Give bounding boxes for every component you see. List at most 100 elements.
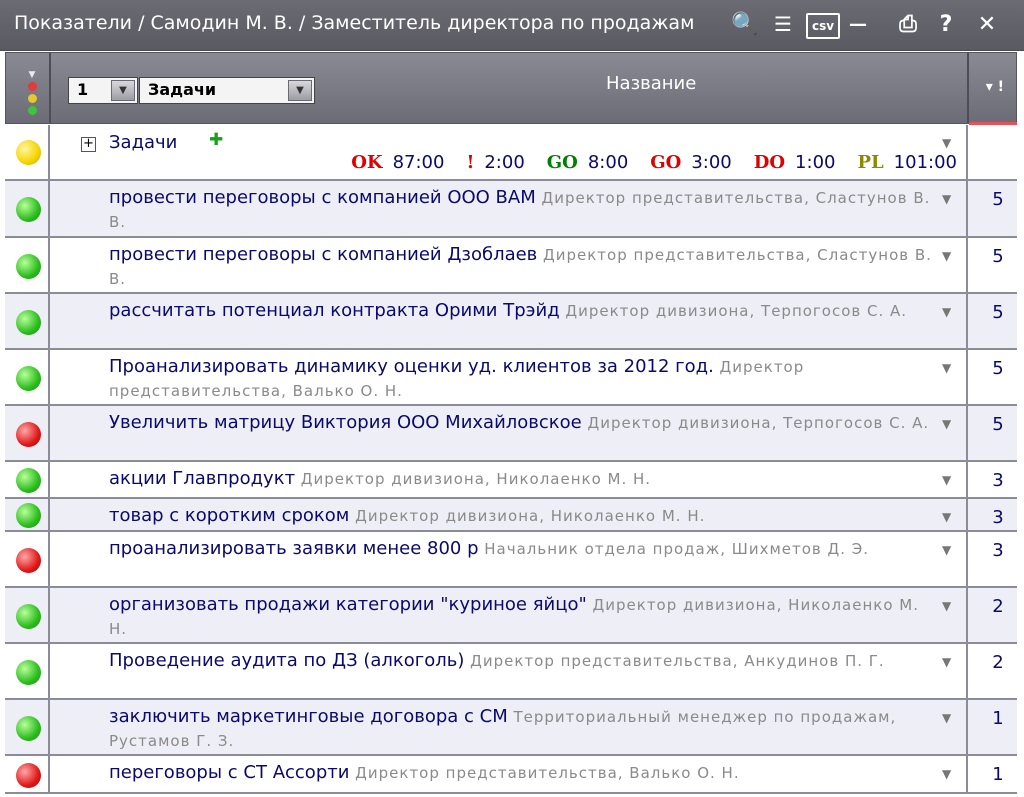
column-divider xyxy=(966,462,968,497)
row-menu-icon[interactable]: ▼ xyxy=(942,711,951,725)
priority-sort-header[interactable]: ▾ ! xyxy=(986,79,1004,95)
table-row[interactable]: рассчитать потенциал контракта Орими Трэ… xyxy=(5,294,1017,350)
table-row[interactable]: заключить маркетинговые договора с СМ Те… xyxy=(5,700,1017,756)
type-dropdown-icon[interactable]: ▼ xyxy=(288,80,312,101)
table-row[interactable]: переговоры с СТ Ассорти Директор предста… xyxy=(5,756,1017,794)
priority-value: 3 xyxy=(992,540,1004,561)
table-row[interactable]: провести переговоры с компанией ООО ВАМ … xyxy=(5,181,1017,238)
table-row[interactable]: организовать продажи категории "куриное … xyxy=(5,588,1017,644)
task-name-cell[interactable]: организовать продажи категории "куриное … xyxy=(109,593,935,641)
csv-export-icon[interactable]: csv xyxy=(806,13,840,39)
row-menu-icon[interactable]: ▼ xyxy=(942,510,951,524)
row-menu-icon[interactable]: ▼ xyxy=(942,599,951,613)
task-owner: Начальник отдела продаж, Шихметов Д. Э. xyxy=(484,540,870,558)
status-dot-icon xyxy=(16,254,41,279)
table-row[interactable]: товар с коротким сроком Директор дивизио… xyxy=(5,499,1017,532)
search-icon[interactable]: 🔍 xyxy=(731,9,758,39)
priority-value: 1 xyxy=(992,764,1004,785)
priority-value: 2 xyxy=(992,596,1004,617)
task-title: товар с коротким сроком xyxy=(109,505,350,526)
stat-value: 2:00 xyxy=(484,152,525,173)
close-icon[interactable]: ✕ xyxy=(974,9,1000,39)
table-row[interactable]: провести переговоры с компанией Дзоблаев… xyxy=(5,238,1017,294)
column-divider xyxy=(48,294,50,348)
task-name-cell[interactable]: провести переговоры с компанией ООО ВАМ … xyxy=(109,186,935,234)
task-name-cell[interactable]: провести переговоры с компанией Дзоблаев… xyxy=(109,243,935,291)
traffic-green-icon xyxy=(27,106,37,115)
group-row[interactable]: + Задачи ✚ ▼ OK 87:00 ! 2:00 GO 8:00 GO … xyxy=(5,125,1017,181)
column-divider xyxy=(966,532,968,586)
row-menu-icon[interactable]: ▼ xyxy=(942,473,951,487)
column-divider xyxy=(966,700,968,754)
priority-value: 1 xyxy=(992,708,1004,729)
name-column-header[interactable]: Название xyxy=(606,73,696,94)
row-menu-icon[interactable]: ▼ xyxy=(942,767,951,781)
stat-value: 87:00 xyxy=(392,152,445,173)
column-divider xyxy=(48,700,50,754)
status-dot-icon xyxy=(16,716,41,741)
status-dot-icon xyxy=(16,604,41,629)
task-title: проанализировать заявки менее 800 р xyxy=(109,538,479,559)
task-title: Увеличить матрицу Виктория ООО Михайловс… xyxy=(109,412,582,433)
row-menu-icon[interactable]: ▼ xyxy=(942,192,951,206)
window-title: Показатели / Самодин М. В. / Заместитель… xyxy=(14,12,695,34)
column-divider xyxy=(966,644,968,698)
task-name-cell[interactable]: акции Главпродукт Директор дивизиона, Ни… xyxy=(109,467,935,491)
column-divider xyxy=(966,181,968,236)
stat-code: OK xyxy=(351,152,383,173)
task-name-cell[interactable]: рассчитать потенциал контракта Орими Трэ… xyxy=(109,299,935,323)
add-task-icon[interactable]: ✚ xyxy=(209,130,223,150)
status-dot-icon xyxy=(16,548,41,573)
row-menu-icon[interactable]: ▼ xyxy=(942,655,951,669)
type-select[interactable]: Задачи ▼ xyxy=(139,77,315,104)
status-dot-icon xyxy=(16,366,41,391)
column-divider xyxy=(966,406,968,460)
row-menu-icon[interactable]: ▼ xyxy=(942,249,951,263)
help-icon[interactable]: ? xyxy=(934,9,958,39)
row-menu-icon[interactable]: ▼ xyxy=(942,417,951,431)
task-title: Проанализировать динамику оценки уд. кли… xyxy=(109,356,714,377)
column-divider xyxy=(966,756,968,792)
task-owner: Директор представительства, Валько О. Н. xyxy=(355,764,740,782)
window-titlebar: Показатели / Самодин М. В. / Заместитель… xyxy=(0,0,1024,51)
column-divider xyxy=(966,294,968,348)
task-owner: Директор представительства, Анкудинов П.… xyxy=(470,652,885,670)
status-dot-icon xyxy=(16,310,41,335)
row-menu-icon[interactable]: ▼ xyxy=(942,543,951,557)
row-menu-icon[interactable]: ▼ xyxy=(942,136,951,150)
column-divider xyxy=(966,588,968,642)
stat-code: GO xyxy=(546,152,578,173)
level-dropdown-icon[interactable]: ▼ xyxy=(111,80,135,101)
task-name-cell[interactable]: Проведение аудита по ДЗ (алкоголь) Дирек… xyxy=(109,649,935,673)
stat-value: 8:00 xyxy=(587,152,629,173)
task-name-cell[interactable]: товар с коротким сроком Директор дивизио… xyxy=(109,504,935,528)
task-name-cell[interactable]: Проанализировать динамику оценки уд. кли… xyxy=(109,355,935,403)
task-name-cell[interactable]: проанализировать заявки менее 800 р Нача… xyxy=(109,537,935,561)
task-owner: Директор дивизиона, Терпогосов С. А. xyxy=(587,414,930,432)
task-title: заключить маркетинговые договора с СМ xyxy=(109,706,508,727)
table-row[interactable]: акции Главпродукт Директор дивизиона, Ни… xyxy=(5,462,1017,499)
status-dot-icon xyxy=(16,763,41,788)
expand-icon[interactable]: + xyxy=(81,137,96,152)
stat-value: 3:00 xyxy=(691,152,732,173)
task-owner: Директор дивизиона, Терпогосов С. А. xyxy=(565,302,908,320)
traffic-red-icon xyxy=(27,82,37,91)
task-title: Проведение аудита по ДЗ (алкоголь) xyxy=(109,650,465,671)
column-divider xyxy=(48,588,50,642)
table-row[interactable]: Увеличить матрицу Виктория ООО Михайловс… xyxy=(5,406,1017,462)
minimize-icon[interactable]: — xyxy=(846,9,870,39)
status-column-header[interactable]: ▼ xyxy=(24,71,40,118)
task-name-cell[interactable]: Увеличить матрицу Виктория ООО Михайловс… xyxy=(109,411,935,435)
table-row[interactable]: Проанализировать динамику оценки уд. кли… xyxy=(5,350,1017,406)
table-row[interactable]: проанализировать заявки менее 800 р Нача… xyxy=(5,532,1017,588)
table-row[interactable]: Проведение аудита по ДЗ (алкоголь) Дирек… xyxy=(5,644,1017,700)
row-menu-icon[interactable]: ▼ xyxy=(942,305,951,319)
priority-value: 3 xyxy=(992,470,1004,491)
level-select[interactable]: 1 ▼ xyxy=(68,77,138,104)
row-menu-icon[interactable]: ▼ xyxy=(942,361,951,375)
task-name-cell[interactable]: заключить маркетинговые договора с СМ Те… xyxy=(109,705,935,753)
print-icon[interactable]: ⎙ xyxy=(894,9,922,39)
status-dot-icon xyxy=(16,422,41,447)
list-icon[interactable]: ☰ xyxy=(768,9,798,39)
task-name-cell[interactable]: переговоры с СТ Ассорти Директор предста… xyxy=(109,761,935,785)
